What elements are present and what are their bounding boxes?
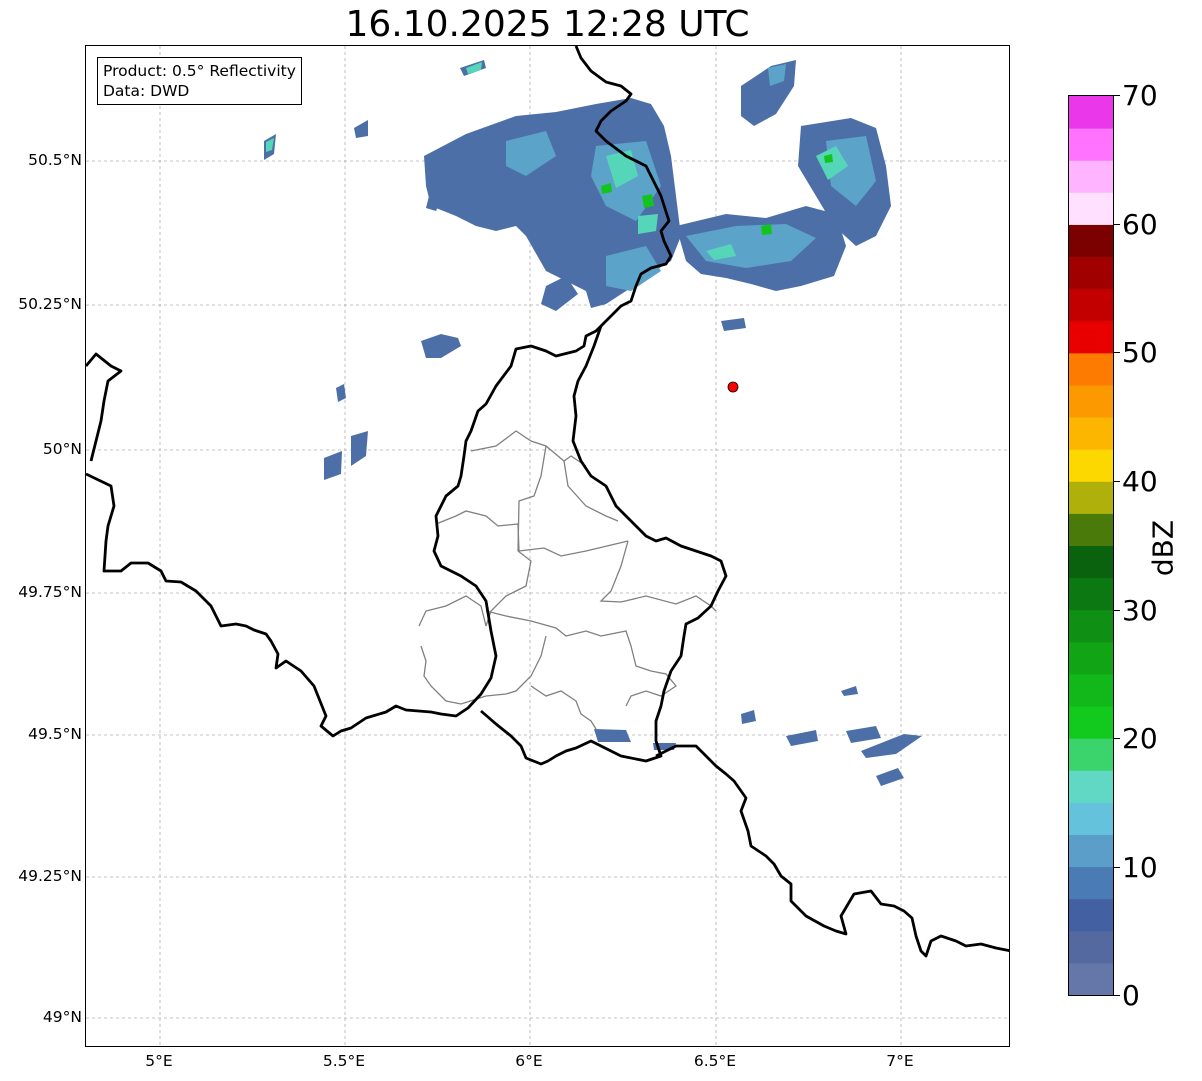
colorbar-segment bbox=[1069, 352, 1113, 386]
colorbar-tick: 70 bbox=[1122, 79, 1158, 112]
colorbar-tick: 30 bbox=[1122, 594, 1158, 627]
lat-tick: 50°N bbox=[42, 440, 82, 458]
radar-map[interactable] bbox=[85, 45, 1010, 1047]
lat-tick: 50.5°N bbox=[28, 151, 82, 169]
colorbar-segment bbox=[1069, 224, 1113, 258]
colorbar-segment bbox=[1069, 96, 1113, 129]
colorbar-segment bbox=[1069, 449, 1113, 482]
colorbar-segment bbox=[1069, 834, 1113, 868]
colorbar-tick: 10 bbox=[1122, 851, 1158, 884]
canton-borders bbox=[418, 430, 717, 730]
colorbar-segment bbox=[1069, 930, 1113, 964]
colorbar-segment bbox=[1069, 192, 1113, 225]
colorbar-segment bbox=[1069, 320, 1113, 354]
colorbar-segment bbox=[1069, 481, 1113, 514]
colorbar-tick-mark bbox=[1114, 352, 1120, 353]
colorbar-segments bbox=[1069, 96, 1113, 995]
colorbar-tick-mark bbox=[1114, 610, 1120, 611]
lon-tick: 5°E bbox=[145, 1052, 173, 1070]
colorbar-segment bbox=[1069, 738, 1113, 771]
colorbar-tick: 20 bbox=[1122, 722, 1158, 755]
colorbar-tick-mark bbox=[1114, 224, 1120, 225]
colorbar-tick-mark bbox=[1114, 481, 1120, 482]
map-title: 16.10.2025 12:28 UTC bbox=[345, 4, 750, 45]
info-box: Product: 0.5° Reflectivity Data: DWD bbox=[97, 57, 302, 105]
lon-tick: 5.5°E bbox=[322, 1052, 366, 1070]
lon-tick: 6°E bbox=[515, 1052, 543, 1070]
colorbar-segment bbox=[1069, 256, 1113, 290]
colorbar-segment bbox=[1069, 641, 1113, 675]
colorbar-segment bbox=[1069, 962, 1113, 995]
colorbar-segment bbox=[1069, 545, 1113, 579]
colorbar-tick: 50 bbox=[1122, 336, 1158, 369]
colorbar-segment bbox=[1069, 802, 1113, 835]
map-canvas bbox=[86, 46, 1009, 1046]
lat-tick: 50.25°N bbox=[18, 295, 82, 313]
colorbar-tick: 0 bbox=[1122, 979, 1140, 1012]
lon-tick: 6.5°E bbox=[693, 1052, 737, 1070]
colorbar-segment bbox=[1069, 770, 1113, 803]
colorbar-tick-mark bbox=[1114, 867, 1120, 868]
colorbar-segment bbox=[1069, 513, 1113, 546]
lat-tick: 49.25°N bbox=[18, 867, 82, 885]
colorbar-segment bbox=[1069, 898, 1113, 932]
data-source-label: Data: DWD bbox=[103, 82, 190, 100]
colorbar bbox=[1068, 95, 1114, 996]
lat-tick: 49°N bbox=[42, 1008, 82, 1026]
colorbar-tick-mark bbox=[1114, 738, 1120, 739]
precipitation-echoes bbox=[264, 60, 922, 786]
colorbar-segment bbox=[1069, 384, 1113, 418]
lon-tick: 7°E bbox=[886, 1052, 914, 1070]
lat-tick: 49.75°N bbox=[18, 583, 82, 601]
colorbar-segment bbox=[1069, 609, 1113, 643]
colorbar-segment bbox=[1069, 866, 1113, 900]
colorbar-segment bbox=[1069, 417, 1113, 450]
colorbar-segment bbox=[1069, 706, 1113, 739]
colorbar-segment bbox=[1069, 288, 1113, 322]
colorbar-tick: 40 bbox=[1122, 465, 1158, 498]
product-label: Product: 0.5° Reflectivity bbox=[103, 62, 296, 80]
colorbar-segment bbox=[1069, 577, 1113, 611]
colorbar-segment bbox=[1069, 160, 1113, 193]
colorbar-label: dBZ bbox=[1146, 519, 1180, 577]
colorbar-tick: 60 bbox=[1122, 208, 1158, 241]
colorbar-segment bbox=[1069, 673, 1113, 707]
lat-tick: 49.5°N bbox=[28, 725, 82, 743]
colorbar-segment bbox=[1069, 128, 1113, 161]
radar-site-marker[interactable] bbox=[727, 381, 739, 393]
colorbar-tick-mark bbox=[1114, 995, 1120, 996]
colorbar-tick-mark bbox=[1114, 95, 1120, 96]
